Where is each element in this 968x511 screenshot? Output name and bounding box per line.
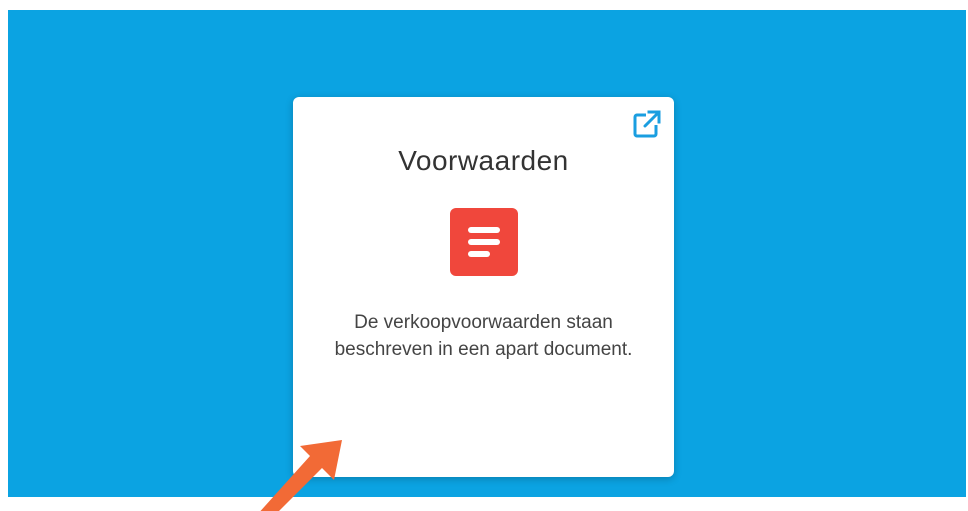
card-title: Voorwaarden [398,145,569,176]
icon-line-2 [468,239,500,245]
page: Voorwaarden De verkoopvoorwaarden staan … [0,0,968,511]
external-link-icon[interactable] [632,109,662,139]
icon-line-3 [468,251,490,257]
card-description: De verkoopvoorwaarden staan beschreven i… [334,312,633,360]
voorwaarden-card[interactable]: Voorwaarden De verkoopvoorwaarden staan … [293,97,674,477]
icon-line-1 [468,227,500,233]
arrow-icon [252,436,348,511]
document-lines-icon [450,208,518,276]
